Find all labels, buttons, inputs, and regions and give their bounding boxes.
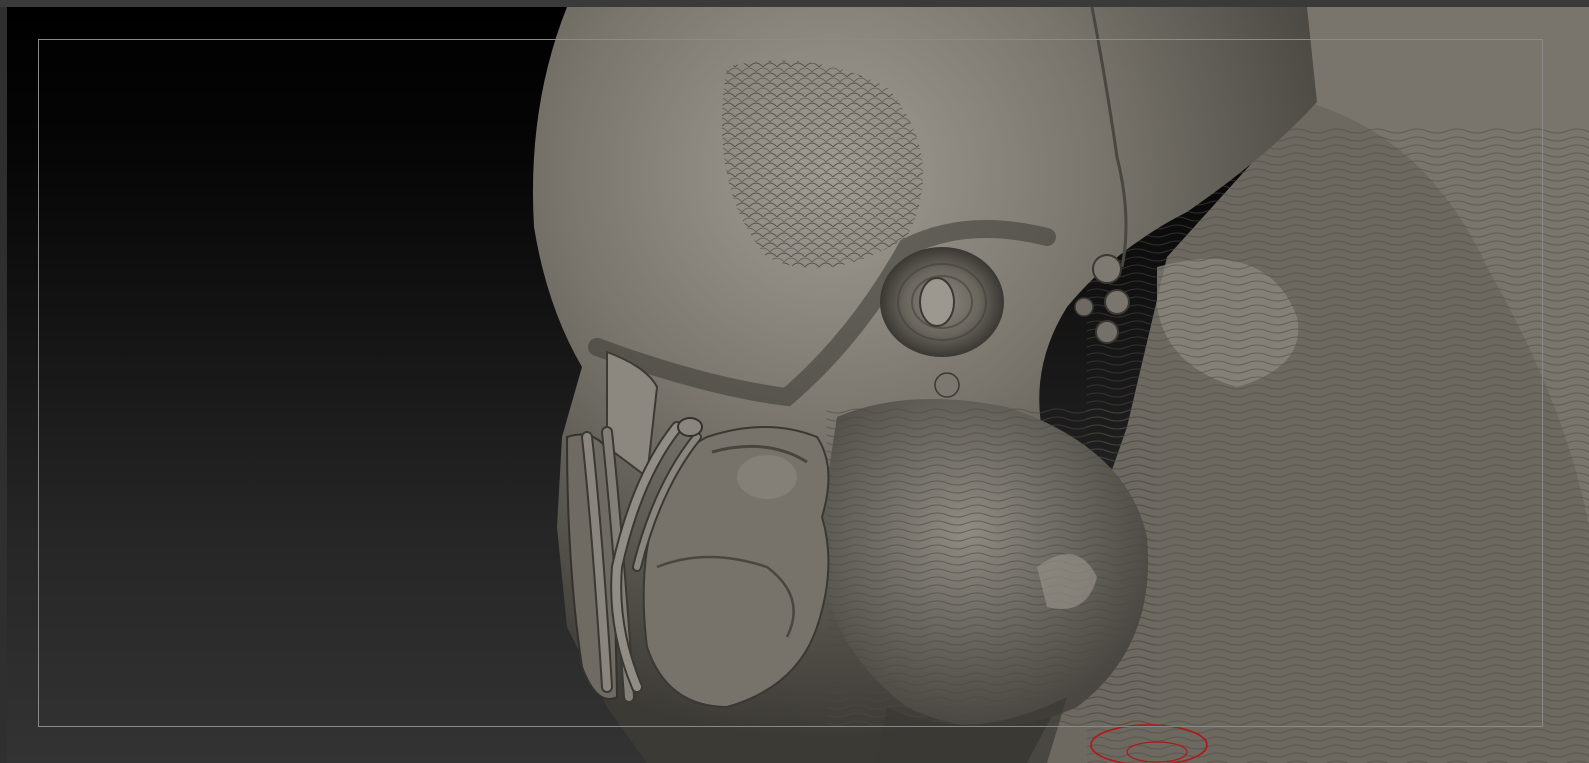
eye	[919, 277, 955, 327]
3d-viewport[interactable]	[7, 7, 1589, 763]
sculpted-model[interactable]	[7, 7, 1589, 763]
sculpting-app-window	[0, 0, 1589, 763]
